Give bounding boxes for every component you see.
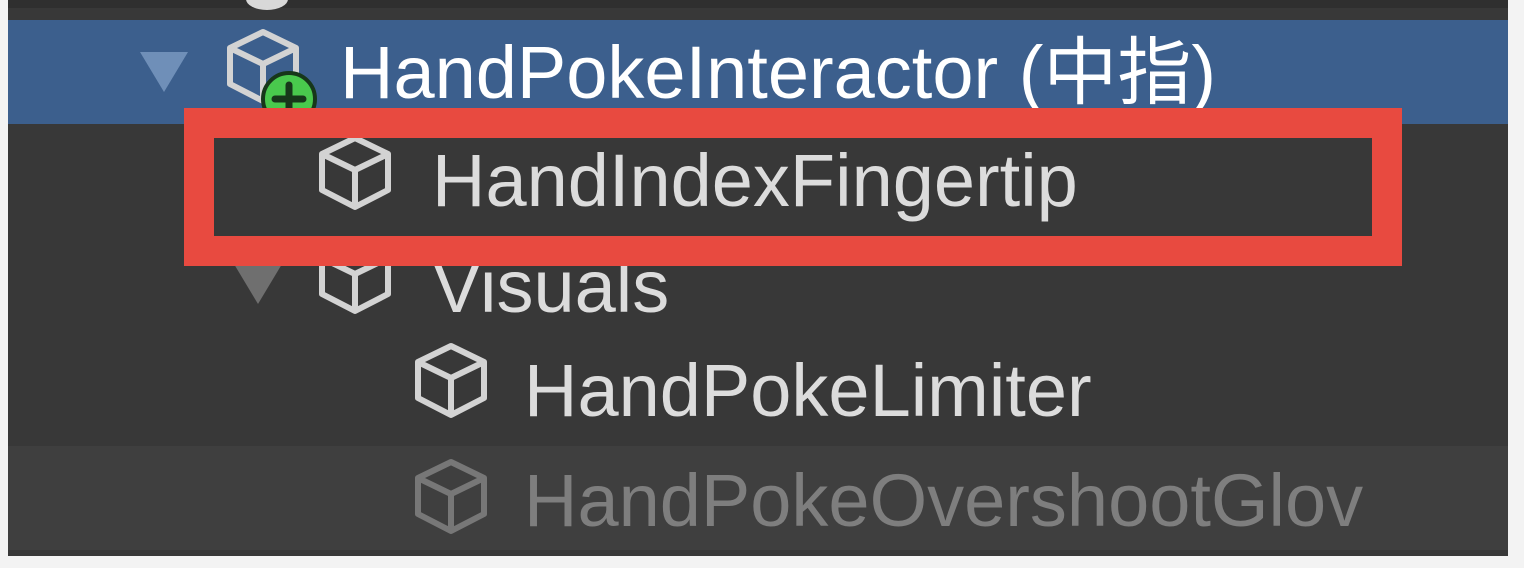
- hierarchy-top-edge: [8, 0, 1508, 8]
- hierarchy-row-label: HandPokeLimiter: [524, 349, 1092, 432]
- add-badge-icon: [261, 71, 317, 127]
- hierarchy-panel: HandPokeInteractor (中指) HandIndexFingert…: [8, 0, 1508, 556]
- foldout-expanded-icon[interactable]: [140, 52, 188, 92]
- window-edge: [1508, 0, 1524, 568]
- hierarchy-row-label: HandIndexFingertip: [432, 139, 1078, 222]
- hierarchy-row-label: HandPokeOvershootGlov: [524, 459, 1364, 542]
- foldout-expanded-icon[interactable]: [234, 264, 282, 304]
- cube-icon: [415, 459, 487, 534]
- hierarchy-row-label: Visuals: [432, 245, 670, 328]
- hierarchy-row-label: HandPokeInteractor (中指): [340, 31, 1217, 114]
- cube-icon: [319, 135, 391, 210]
- hierarchy-row-handindexfingertip[interactable]: HandIndexFingertip: [8, 124, 1508, 228]
- hierarchy-row-handpokeinteractor[interactable]: HandPokeInteractor (中指): [8, 20, 1508, 127]
- hierarchy-row-handpokelimiter[interactable]: HandPokeLimiter: [8, 332, 1508, 436]
- cube-icon: [319, 239, 391, 314]
- cube-icon: [415, 343, 487, 418]
- hierarchy-row-visuals[interactable]: Visuals: [8, 228, 1508, 332]
- hierarchy-row-handpokeovershootglov[interactable]: HandPokeOvershootGlov: [8, 446, 1508, 550]
